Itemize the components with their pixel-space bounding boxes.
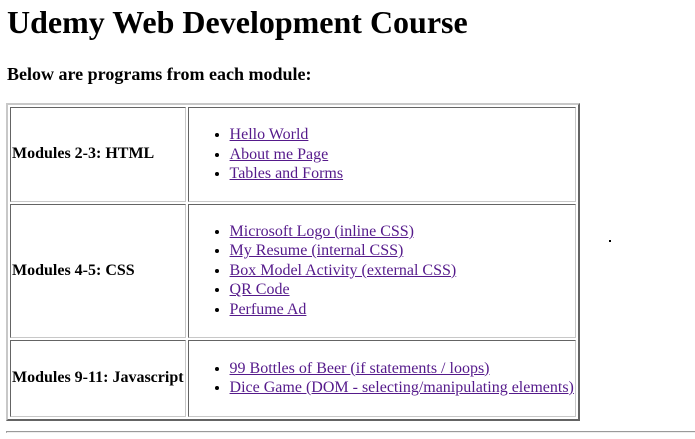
link-microsoft-logo[interactable]: Microsoft Logo (inline CSS) bbox=[230, 223, 414, 240]
module-links-list-html: Hello World About me Page Tables and For… bbox=[190, 125, 574, 184]
table-row-css-modules: Modules 4-5: CSS Microsoft Logo (inline … bbox=[10, 203, 576, 338]
list-item: Hello World bbox=[230, 125, 574, 145]
module-links-list-css: Microsoft Logo (inline CSS) My Resume (i… bbox=[190, 222, 574, 320]
list-item: Box Model Activity (external CSS) bbox=[230, 261, 574, 281]
module-links-cell-javascript: 99 Bottles of Beer (if statements / loop… bbox=[187, 339, 576, 417]
link-perfume-ad[interactable]: Perfume Ad bbox=[230, 301, 307, 318]
list-item: QR Code bbox=[230, 280, 574, 300]
list-item: Perfume Ad bbox=[230, 300, 574, 320]
module-name-html: Modules 2-3: HTML bbox=[10, 107, 186, 202]
link-99-bottles-of-beer[interactable]: 99 Bottles of Beer (if statements / loop… bbox=[230, 360, 490, 377]
list-item: 99 Bottles of Beer (if statements / loop… bbox=[230, 359, 574, 379]
horizontal-rule bbox=[6, 431, 695, 433]
module-name-css: Modules 4-5: CSS bbox=[10, 203, 186, 338]
list-item: Microsoft Logo (inline CSS) bbox=[230, 222, 574, 242]
link-my-resume[interactable]: My Resume (internal CSS) bbox=[230, 242, 404, 259]
modules-table: Modules 2-3: HTML Hello World About me P… bbox=[6, 103, 580, 421]
page-subtitle: Below are programs from each module: bbox=[7, 64, 312, 84]
list-item: About me Page bbox=[230, 145, 574, 165]
module-links-cell-css: Microsoft Logo (inline CSS) My Resume (i… bbox=[187, 203, 576, 338]
table-row-javascript-modules: Modules 9-11: Javascript 99 Bottles of B… bbox=[10, 339, 576, 417]
link-dice-game[interactable]: Dice Game (DOM - selecting/manipulating … bbox=[230, 379, 574, 396]
stray-dot bbox=[609, 240, 611, 242]
page-title: Udemy Web Development Course bbox=[7, 4, 468, 40]
list-item: Dice Game (DOM - selecting/manipulating … bbox=[230, 378, 574, 398]
list-item: Tables and Forms bbox=[230, 164, 574, 184]
module-links-cell-html: Hello World About me Page Tables and For… bbox=[187, 107, 576, 202]
link-tables-and-forms[interactable]: Tables and Forms bbox=[230, 165, 344, 182]
link-about-me-page[interactable]: About me Page bbox=[230, 146, 329, 163]
module-links-list-javascript: 99 Bottles of Beer (if statements / loop… bbox=[190, 359, 574, 398]
module-name-javascript: Modules 9-11: Javascript bbox=[10, 339, 186, 417]
list-item: My Resume (internal CSS) bbox=[230, 241, 574, 261]
table-row-html-modules: Modules 2-3: HTML Hello World About me P… bbox=[10, 107, 576, 202]
link-box-model-activity[interactable]: Box Model Activity (external CSS) bbox=[230, 262, 457, 279]
link-qr-code[interactable]: QR Code bbox=[230, 281, 290, 298]
link-hello-world[interactable]: Hello World bbox=[230, 126, 309, 143]
